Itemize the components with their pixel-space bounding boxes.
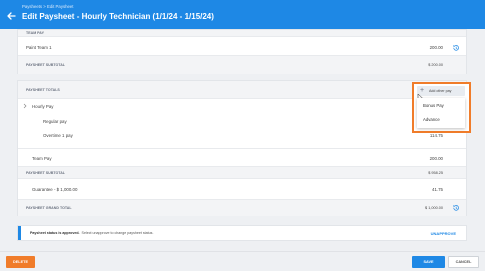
team-pay-subtotal-value: $ 200.00 — [428, 63, 443, 67]
add-other-pay-label: Add other pay — [429, 89, 452, 93]
team-pay-header-row: TEAM PAY — [18, 30, 466, 37]
status-notice: Paysheet status is approved. Select unap… — [17, 225, 467, 241]
history-icon[interactable] — [452, 44, 460, 52]
regular-pay-label: Regular pay — [43, 119, 67, 124]
footer-bar: DELETE SAVE CANCEL — [0, 251, 485, 271]
back-arrow-icon[interactable] — [5, 10, 17, 22]
hourly-pay-label[interactable]: Hourly Pay — [32, 104, 53, 109]
guarantee-row: Guarantee - $ 1,000.00 41.75 — [18, 179, 466, 200]
totals-subtotal-value: $ 958.25 — [428, 171, 443, 175]
team-pay-subtotal-label: PAYSHEET SUBTOTAL — [26, 63, 66, 67]
team-pay-total-value: 200.00 — [429, 156, 443, 161]
notice-bold-text: Paysheet status is approved. — [30, 231, 80, 235]
grand-total-row: PAYSHEET GRAND TOTAL $ 1,000.00 — [18, 200, 466, 216]
team-pay-total-label: Team Pay — [32, 156, 52, 161]
paysheet-totals-card: PAYSHEET TOTALS Hourly Pay Regular pay O… — [17, 80, 467, 216]
guarantee-label: Guarantee - $ 1,000.00 — [32, 187, 78, 192]
team-pay-total-row: Team Pay 200.00 — [18, 149, 466, 167]
breadcrumb[interactable]: Paysheets > Edit Paysheet — [22, 4, 73, 9]
history-icon[interactable] — [452, 204, 460, 212]
totals-heading: PAYSHEET TOTALS — [26, 88, 60, 92]
cancel-button[interactable]: CANCEL — [448, 256, 479, 268]
chevron-right-icon[interactable] — [22, 103, 28, 109]
team-pay-card: TEAM PAY Paint Team 1 200.00 PAYSHEET SU… — [17, 29, 467, 74]
notice-body-text: Select unapprove to change paysheet stat… — [81, 231, 154, 235]
grand-total-label: PAYSHEET GRAND TOTAL — [26, 206, 72, 210]
save-button[interactable]: SAVE — [412, 256, 445, 268]
hourly-pay-group: Hourly Pay Regular pay Overtime 1 pay 11… — [18, 99, 466, 149]
delete-button[interactable]: DELETE — [6, 256, 35, 268]
totals-subtotal-row: PAYSHEET SUBTOTAL $ 958.25 — [18, 167, 466, 179]
notice-accent-bar — [18, 226, 21, 240]
team-pay-row-label: Paint Team 1 — [26, 45, 52, 50]
totals-subtotal-label: PAYSHEET SUBTOTAL — [26, 171, 66, 175]
guarantee-value: 41.75 — [432, 187, 443, 192]
page-title: Edit Paysheet - Hourly Technician (1/1/2… — [22, 12, 214, 21]
overtime-pay-label: Overtime 1 pay — [43, 133, 73, 138]
overtime-pay-value: 114.75 — [429, 133, 443, 138]
notice-text: Paysheet status is approved. Select unap… — [30, 231, 153, 235]
table-row: Paint Team 1 200.00 — [18, 37, 466, 56]
grand-total-value: $ 1,000.00 — [425, 206, 443, 210]
other-pay-menu: Bonus Pay Advance — [417, 98, 465, 128]
add-other-pay-highlight: + Add other pay Bonus Pay Advance — [412, 82, 471, 133]
totals-header-row: PAYSHEET TOTALS — [18, 81, 466, 99]
menu-item-bonus-pay[interactable]: Bonus Pay — [423, 103, 444, 108]
menu-item-advance[interactable]: Advance — [423, 117, 440, 122]
team-pay-heading: TEAM PAY — [26, 31, 44, 35]
team-pay-row-value: 200.00 — [429, 45, 443, 50]
unapprove-button[interactable]: UNAPPROVE — [431, 231, 456, 236]
add-other-pay-button[interactable]: + Add other pay — [417, 86, 465, 96]
app-header: Paysheets > Edit Paysheet Edit Paysheet … — [0, 0, 485, 29]
team-pay-subtotal-row: PAYSHEET SUBTOTAL $ 200.00 — [18, 56, 466, 74]
